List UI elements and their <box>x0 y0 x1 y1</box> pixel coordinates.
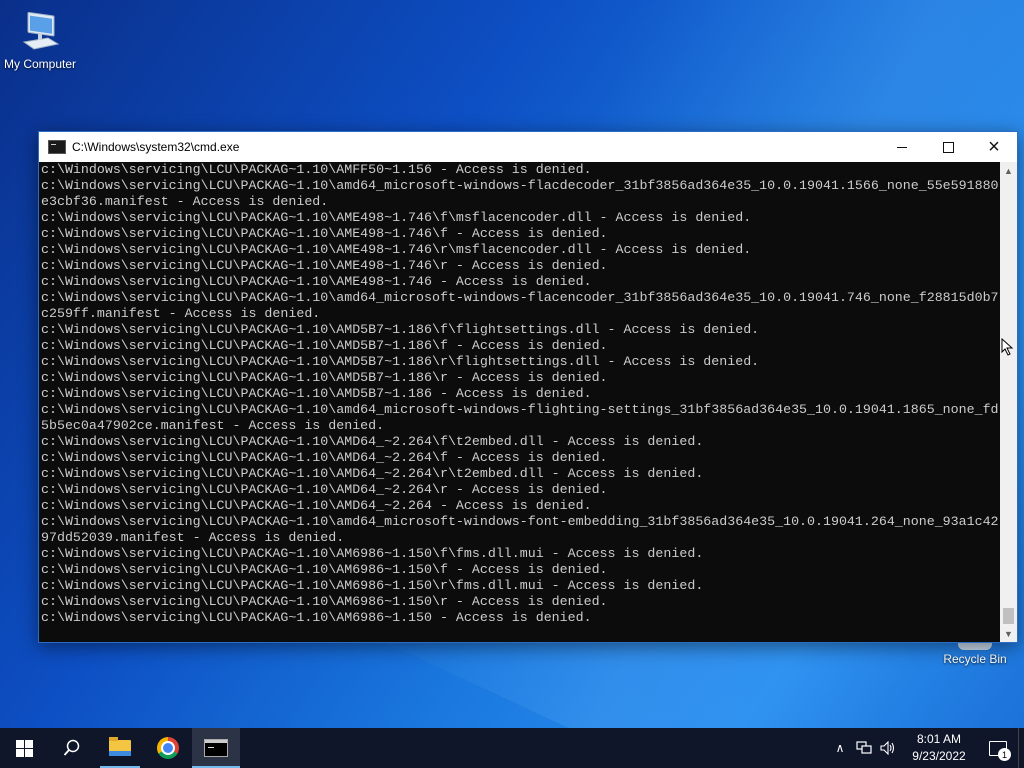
minimize-button[interactable] <box>879 132 925 162</box>
desktop-icon-recycle-bin[interactable]: Recycle Bin <box>935 640 1015 666</box>
close-button[interactable]: × <box>971 132 1017 162</box>
console-line: c:\Windows\servicing\LCU\PACKAG~1.10\AMD… <box>41 482 608 497</box>
console-line: 5b5ec0a47902ce.manifest - Access is deni… <box>41 418 385 433</box>
console-line: c:\Windows\servicing\LCU\PACKAG~1.10\AMD… <box>41 466 704 481</box>
scroll-up-arrow[interactable]: ▲ <box>1000 162 1017 179</box>
my-computer-icon <box>22 12 60 50</box>
console-line: c:\Windows\servicing\LCU\PACKAG~1.10\AME… <box>41 226 608 241</box>
console-line: c:\Windows\servicing\LCU\PACKAG~1.10\AM6… <box>41 594 608 609</box>
console-line: c:\Windows\servicing\LCU\PACKAG~1.10\AM6… <box>41 610 592 625</box>
taskbar: ∧ 8:01 AM 9/23/2022 1 <box>0 728 1024 768</box>
taskbar-chrome[interactable] <box>144 728 192 768</box>
console-line: c:\Windows\servicing\LCU\PACKAG~1.10\AMD… <box>41 322 760 337</box>
console-line: c:\Windows\servicing\LCU\PACKAG~1.10\AM6… <box>41 546 704 561</box>
desktop-icon-my-computer[interactable]: My Computer <box>0 8 80 71</box>
console-line: c:\Windows\servicing\LCU\PACKAG~1.10\AMD… <box>41 498 592 513</box>
clock-date: 9/23/2022 <box>912 749 966 763</box>
console-line: c:\Windows\servicing\LCU\PACKAG~1.10\AME… <box>41 258 608 273</box>
network-icon <box>856 741 872 754</box>
desktop-icon-label: My Computer <box>3 57 77 71</box>
clock[interactable]: 8:01 AM 9/23/2022 <box>900 731 978 765</box>
network-button[interactable] <box>852 728 876 768</box>
maximize-icon <box>942 141 954 153</box>
window-controls: × <box>879 132 1017 162</box>
console-line: c:\Windows\servicing\LCU\PACKAG~1.10\AMD… <box>41 450 608 465</box>
search-icon <box>63 739 80 756</box>
console-line: c:\Windows\servicing\LCU\PACKAG~1.10\amd… <box>41 514 999 529</box>
console-line: c:\Windows\servicing\LCU\PACKAG~1.10\AMD… <box>41 434 704 449</box>
console-line: c259ff.manifest - Access is denied. <box>41 306 321 321</box>
search-button[interactable] <box>48 728 96 768</box>
console-line: c:\Windows\servicing\LCU\PACKAG~1.10\AM6… <box>41 578 704 593</box>
console-line: c:\Windows\servicing\LCU\PACKAG~1.10\AMF… <box>41 162 592 177</box>
console-line: c:\Windows\servicing\LCU\PACKAG~1.10\amd… <box>41 178 999 193</box>
title-bar[interactable]: C:\Windows\system32\cmd.exe × <box>39 132 1017 162</box>
notification-badge: 1 <box>998 748 1011 761</box>
cmd-window[interactable]: C:\Windows\system32\cmd.exe × c:\Windows… <box>38 131 1018 643</box>
show-hidden-icons-button[interactable]: ∧ <box>828 728 852 768</box>
scroll-down-arrow[interactable]: ▼ <box>1000 625 1017 642</box>
console-line: e3cbf36.manifest - Access is denied. <box>41 194 329 209</box>
chevron-up-icon: ∧ <box>835 741 845 755</box>
chrome-icon <box>157 737 179 759</box>
start-button[interactable] <box>0 728 48 768</box>
resize-cursor-icon <box>1001 338 1014 356</box>
console-line: c:\Windows\servicing\LCU\PACKAG~1.10\AMD… <box>41 354 760 369</box>
console-line: c:\Windows\servicing\LCU\PACKAG~1.10\AMD… <box>41 338 608 353</box>
action-center-button[interactable]: 1 <box>978 728 1018 768</box>
volume-icon <box>880 741 895 755</box>
taskbar-cmd[interactable] <box>192 728 240 768</box>
console-line: 97dd52039.manifest - Access is denied. <box>41 530 345 545</box>
system-tray: ∧ 8:01 AM 9/23/2022 1 <box>828 728 1024 768</box>
cmd-icon <box>204 739 228 757</box>
volume-button[interactable] <box>876 728 900 768</box>
console-line: c:\Windows\servicing\LCU\PACKAG~1.10\AMD… <box>41 386 592 401</box>
close-icon: × <box>988 135 1000 158</box>
taskbar-file-explorer[interactable] <box>96 728 144 768</box>
scroll-thumb[interactable] <box>1003 608 1014 624</box>
console-line: c:\Windows\servicing\LCU\PACKAG~1.10\AM6… <box>41 562 608 577</box>
window-title: C:\Windows\system32\cmd.exe <box>72 140 240 154</box>
maximize-button[interactable] <box>925 132 971 162</box>
folder-icon <box>109 737 131 756</box>
clock-time: 8:01 AM <box>916 732 962 746</box>
minimize-icon <box>897 146 907 148</box>
console-line: c:\Windows\servicing\LCU\PACKAG~1.10\AME… <box>41 274 592 289</box>
console-line: c:\Windows\servicing\LCU\PACKAG~1.10\amd… <box>41 402 999 417</box>
desktop-icon-label: Recycle Bin <box>943 652 1007 666</box>
console-line: c:\Windows\servicing\LCU\PACKAG~1.10\AMD… <box>41 370 608 385</box>
show-desktop-button[interactable] <box>1018 728 1024 768</box>
console-output[interactable]: c:\Windows\servicing\LCU\PACKAG~1.10\AMF… <box>39 162 1000 642</box>
cmd-icon <box>48 140 66 154</box>
console-line: c:\Windows\servicing\LCU\PACKAG~1.10\AME… <box>41 210 752 225</box>
vertical-scrollbar[interactable]: ▲ ▼ <box>1000 162 1017 642</box>
console-line: c:\Windows\servicing\LCU\PACKAG~1.10\AME… <box>41 242 752 257</box>
console-line: c:\Windows\servicing\LCU\PACKAG~1.10\amd… <box>41 290 999 305</box>
windows-logo-icon <box>15 739 33 757</box>
